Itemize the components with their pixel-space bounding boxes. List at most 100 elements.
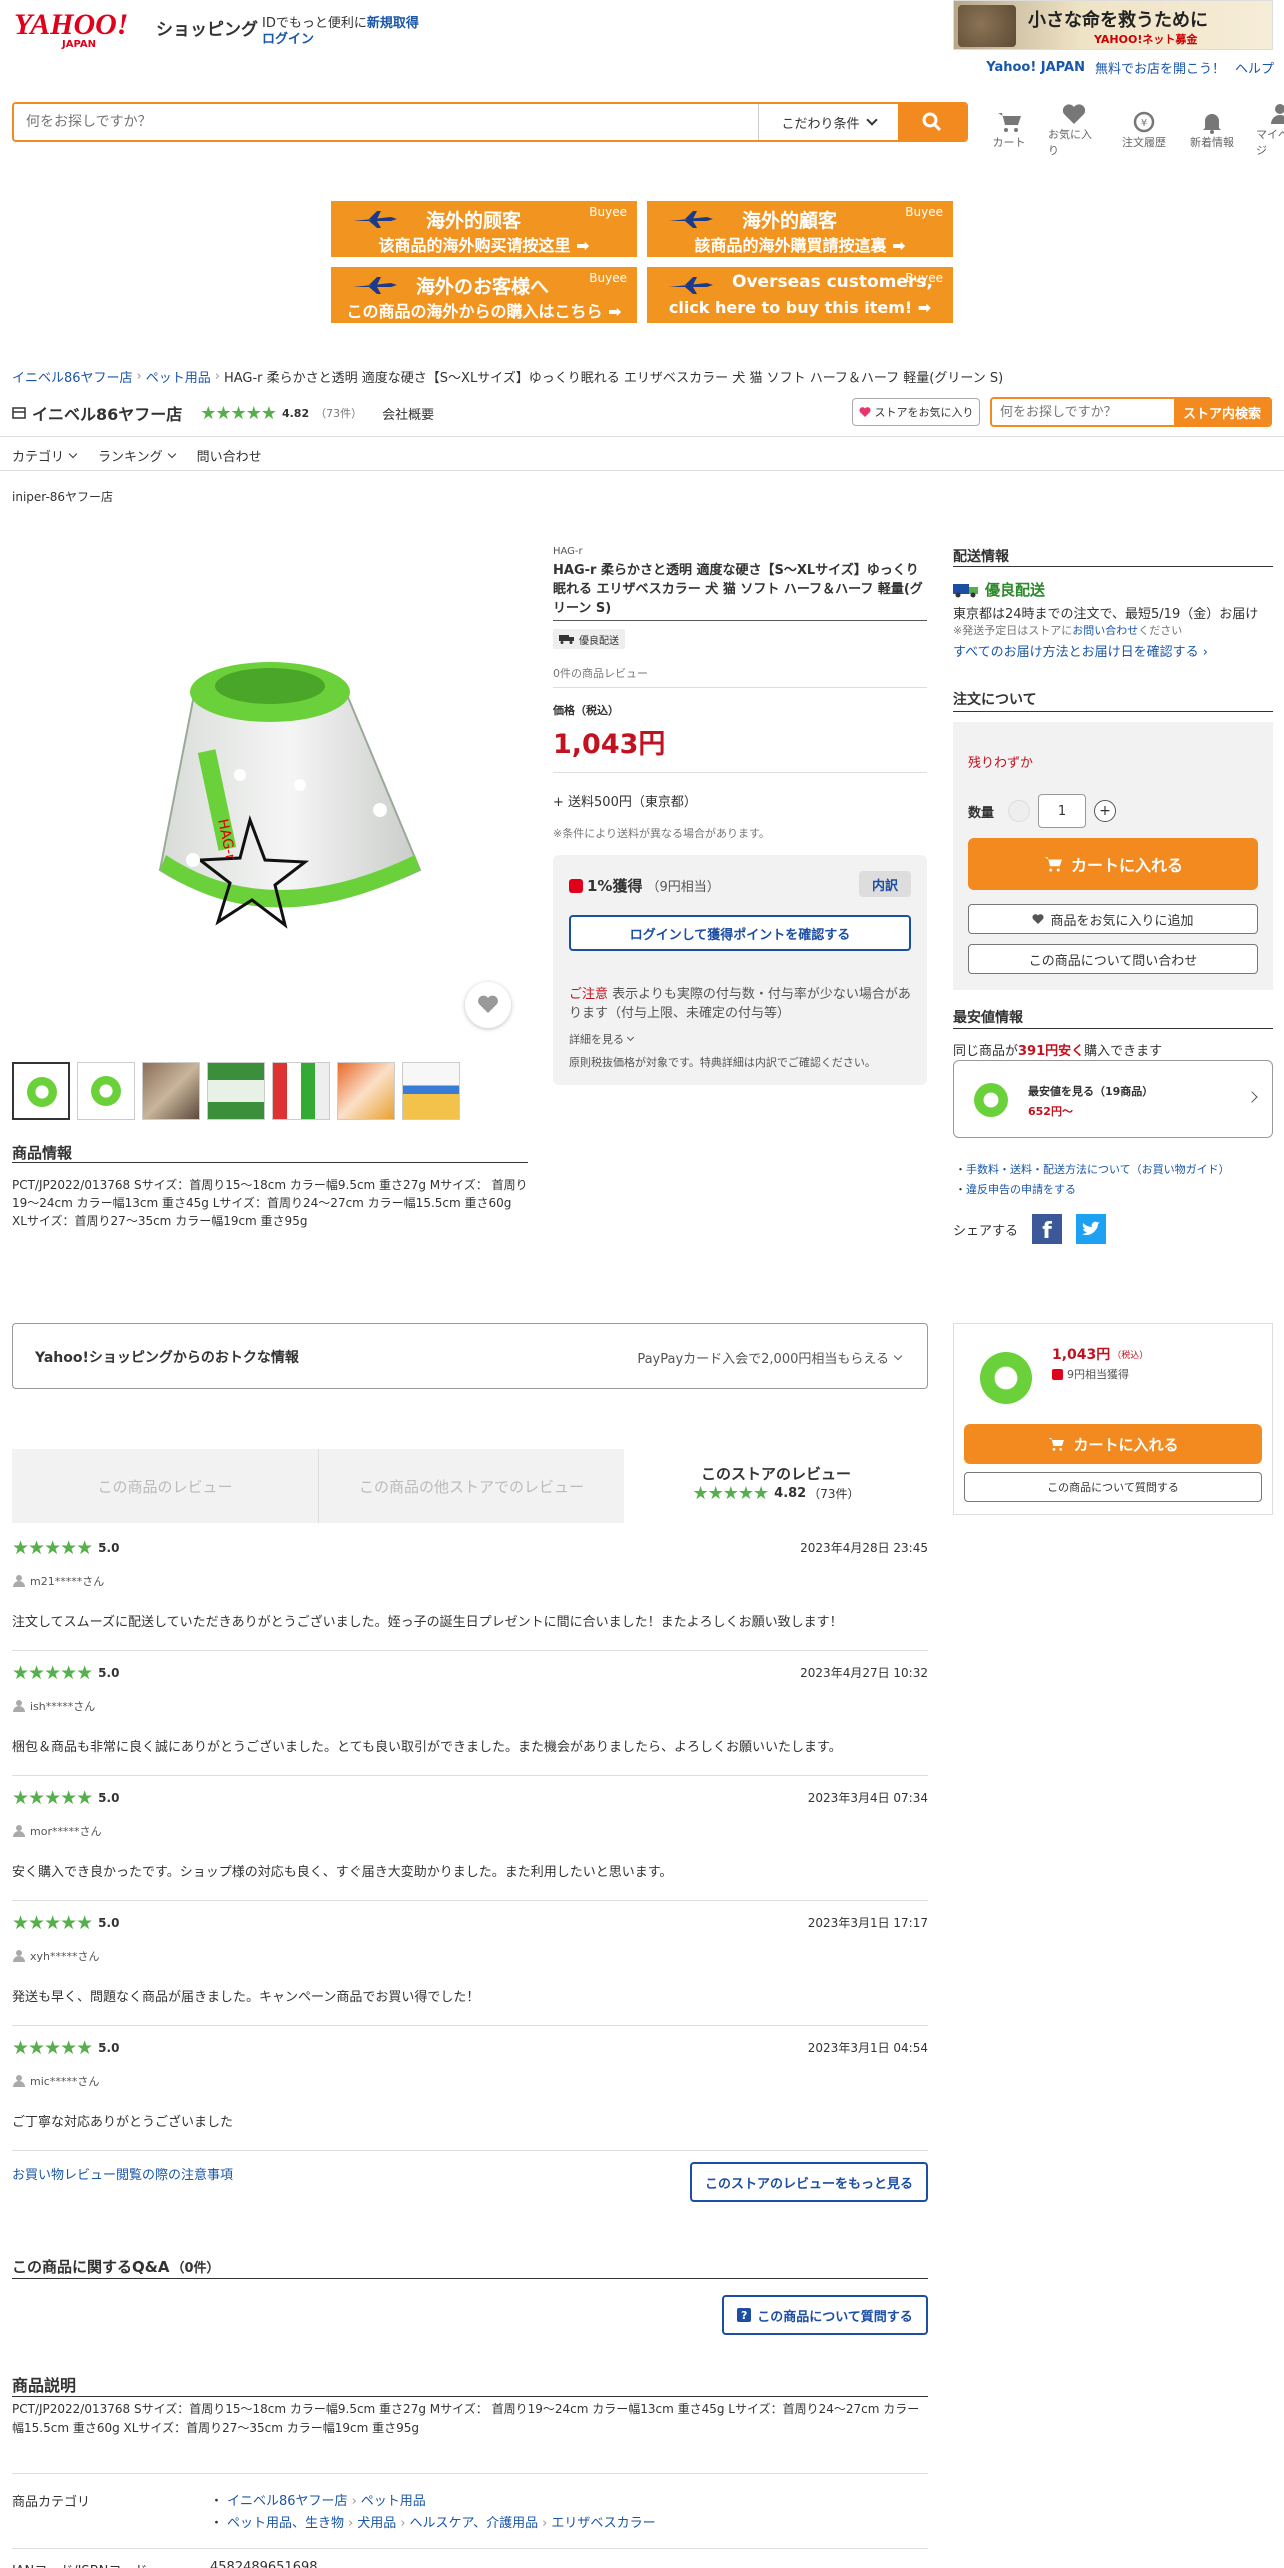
thumbnail-4[interactable] bbox=[207, 1062, 265, 1120]
review-rating-row: ★★★★★ 5.0 bbox=[12, 1537, 119, 1559]
product-title: HAG-r 柔らかさと透明 適度な硬さ【S〜XLサイズ】ゆっくり眠れる エリザベ… bbox=[553, 563, 923, 616]
details-label: 詳細を見る bbox=[569, 1033, 624, 1046]
deals-box[interactable]: Yahoo!ショッピングからのおトクな情報 PayPayカード入会で2,000円… bbox=[12, 1323, 928, 1389]
news-nav[interactable]: 新着情報 bbox=[1188, 110, 1236, 150]
review-user: mic*****さん bbox=[12, 2073, 99, 2089]
more-reviews-button[interactable]: このストアのレビューをもっと見る bbox=[690, 2162, 928, 2202]
ad-banner[interactable]: 小さな命を救うために YAHOO!ネット募金 bbox=[953, 0, 1273, 50]
report-link[interactable]: 違反申告の申請をする bbox=[966, 1183, 1076, 1196]
qty-input[interactable]: 1 bbox=[1038, 794, 1087, 828]
orders-nav[interactable]: ¥ 注文履歴 bbox=[1120, 110, 1168, 150]
breakdown-button[interactable]: 内訳 bbox=[859, 871, 911, 897]
guide-link-row: ・手数料・送料・配送方法について（お買い物ガイド） bbox=[955, 1163, 1230, 1176]
favorites-nav[interactable]: お気に入り bbox=[1048, 102, 1100, 158]
review-text: 梱包＆商品も非常に良く誠にありがとうございました。とても良い取引ができました。ま… bbox=[12, 1740, 842, 1755]
thumbnail-1[interactable] bbox=[12, 1062, 70, 1120]
bell-icon bbox=[1203, 114, 1221, 134]
sticky-ask-button[interactable]: この商品について質問する bbox=[964, 1472, 1262, 1502]
all-delivery-link[interactable]: すべてのお届け方法とお届け日を確認する › bbox=[953, 641, 1208, 660]
register-link[interactable]: 新規取得 bbox=[367, 16, 419, 31]
cat-link-store[interactable]: イニベル86ヤフー店 bbox=[227, 2491, 348, 2513]
user-icon bbox=[13, 1575, 25, 1587]
tab-store-reviews[interactable]: このストアのレビュー ★★★★★ 4.82 （73件） bbox=[624, 1449, 928, 1523]
buyee-banner-jp[interactable]: Buyee 海外のお客様へ この商品の海外からの購入はこちら ➡ bbox=[331, 267, 637, 323]
delivery-note-suffix: ください bbox=[1138, 624, 1183, 637]
open-store-link[interactable]: 無料でお店を開こう！ bbox=[1095, 58, 1225, 77]
buyee-logo: Buyee bbox=[589, 205, 627, 219]
shopping-label[interactable]: ショッピング bbox=[156, 15, 258, 40]
product-main-image[interactable]: HAG-r bbox=[90, 600, 450, 960]
deals-right: PayPayカード入会で2,000円相当もらえる bbox=[637, 1348, 903, 1367]
add-to-cart-button[interactable]: カートに入れる bbox=[968, 838, 1258, 890]
ask-question-button[interactable]: ? この商品について質問する bbox=[722, 2295, 928, 2335]
login-link[interactable]: ログイン bbox=[262, 28, 314, 47]
image-fav-button[interactable] bbox=[465, 982, 511, 1028]
star-rating: ★★★★★ bbox=[12, 1912, 93, 1934]
buyee-banner-sc[interactable]: Buyee 海外的顾客 该商品的海外购买请按这里 ➡ bbox=[331, 201, 637, 257]
nav-ranking[interactable]: ランキング bbox=[98, 446, 176, 465]
tab-item-reviews[interactable]: この商品のレビュー bbox=[12, 1449, 318, 1523]
review-user: ish*****さん bbox=[12, 1698, 95, 1714]
buyee-banner-en[interactable]: Buyee Overseas customers, click here to … bbox=[647, 267, 953, 323]
nav-category[interactable]: カテゴリ bbox=[12, 446, 78, 465]
qty-plus[interactable]: + bbox=[1094, 800, 1117, 822]
help-link[interactable]: ヘルプ bbox=[1235, 58, 1274, 77]
nav-contact[interactable]: 問い合わせ bbox=[197, 446, 262, 465]
tab-other-store-reviews[interactable]: この商品の他ストアでのレビュー bbox=[318, 1449, 624, 1523]
lowest-price-card[interactable]: 最安値を見る（19商品） 652円〜 bbox=[953, 1060, 1273, 1138]
twitter-icon[interactable] bbox=[1076, 1214, 1107, 1244]
sticky-price-row: 1,043円 （税込） bbox=[1052, 1344, 1148, 1364]
user-icon bbox=[13, 1950, 25, 1962]
yahoo-logo[interactable]: YAHOO! JAPAN bbox=[14, 10, 154, 50]
cat-image bbox=[958, 5, 1016, 47]
product-reviews-link[interactable]: 0件の商品レビュー bbox=[553, 665, 648, 681]
store-fav-button[interactable]: ストアをお気に入り bbox=[852, 398, 980, 426]
delivery-text: 東京都は24時までの注文で、最短5/19（金）お届け bbox=[953, 607, 1259, 622]
quantity-row: 数量 1 + bbox=[968, 794, 1117, 828]
fee-guide-link[interactable]: 手数料・送料・配送方法について（お買い物ガイド） bbox=[966, 1163, 1230, 1176]
search-button[interactable] bbox=[898, 104, 966, 140]
bird-icon bbox=[1082, 1221, 1101, 1236]
inquiry-link[interactable]: お問い合わせ bbox=[1072, 624, 1138, 637]
review-notes-link[interactable]: お買い物レビュー閲覧の際の注意事項 bbox=[12, 2164, 233, 2183]
inquiry-button[interactable]: この商品について問い合わせ bbox=[968, 944, 1258, 974]
store-name[interactable]: イニベル86ヤフー店 bbox=[32, 401, 182, 425]
company-overview-link[interactable]: 会社概要 bbox=[382, 404, 434, 423]
login-points-button[interactable]: ログインして獲得ポイントを確認する bbox=[569, 915, 911, 951]
conditions-dropdown[interactable]: こだわり条件 bbox=[758, 104, 898, 140]
store-search-button[interactable]: ストア内検索 bbox=[1174, 399, 1270, 425]
thumb-image bbox=[27, 1077, 57, 1107]
product-info-text: PCT/JP2022/013768 Sサイズ：首周り15〜18cm カラー幅9.… bbox=[12, 1178, 528, 1228]
qty-minus[interactable] bbox=[1008, 800, 1031, 822]
add-favorite-button[interactable]: 商品をお気に入りに追加 bbox=[968, 904, 1258, 934]
sticky-cart-button[interactable]: カートに入れる bbox=[964, 1424, 1262, 1464]
mypage-nav[interactable]: マイページ bbox=[1256, 102, 1284, 158]
thumbnail-5[interactable] bbox=[272, 1062, 330, 1120]
buyee-banner-tc[interactable]: Buyee 海外的顧客 該商品的海外購買請按這裏 ➡ bbox=[647, 201, 953, 257]
question-icon: ? bbox=[737, 2308, 752, 2322]
details-link[interactable]: 詳細を見る bbox=[569, 1031, 635, 1047]
cat-link-pet[interactable]: ペット用品 bbox=[361, 2491, 426, 2513]
search-input[interactable] bbox=[14, 104, 758, 140]
category-path-2: ・ペット用品、生き物 › 犬用品 › ヘルスケア、介護用品 › エリザベスカラー bbox=[210, 2513, 656, 2535]
cat-link-health[interactable]: ヘルスケア、介護用品 bbox=[409, 2513, 538, 2535]
thumbnail-7[interactable] bbox=[402, 1062, 460, 1120]
cat-link-pet-supplies[interactable]: ペット用品、生き物 bbox=[227, 2513, 344, 2535]
store-search-input[interactable] bbox=[992, 399, 1174, 425]
user-icon bbox=[1271, 104, 1284, 124]
cat-link-dog[interactable]: 犬用品 bbox=[357, 2513, 396, 2535]
yahoo-japan-link[interactable]: Yahoo! JAPAN bbox=[986, 60, 1085, 75]
thumbnail-3[interactable] bbox=[142, 1062, 200, 1120]
thumbnail-2[interactable] bbox=[77, 1062, 135, 1120]
lowest-amount: 391円安く bbox=[1018, 1044, 1085, 1059]
facebook-icon[interactable]: f bbox=[1032, 1214, 1063, 1244]
breadcrumb-pet[interactable]: ペット用品 bbox=[146, 367, 211, 386]
cart-icon bbox=[1049, 1438, 1065, 1451]
breadcrumb-store[interactable]: イニベル86ヤフー店 bbox=[12, 367, 133, 386]
store-fav-label: ストアをお気に入り bbox=[874, 406, 974, 419]
cart-nav[interactable]: カート bbox=[990, 110, 1028, 150]
user-icon bbox=[13, 2075, 25, 2087]
cat-link-collar[interactable]: エリザベスカラー bbox=[551, 2513, 655, 2535]
category-path-1: ・イニベル86ヤフー店 › ペット用品 bbox=[210, 2491, 656, 2513]
thumbnail-6[interactable] bbox=[337, 1062, 395, 1120]
